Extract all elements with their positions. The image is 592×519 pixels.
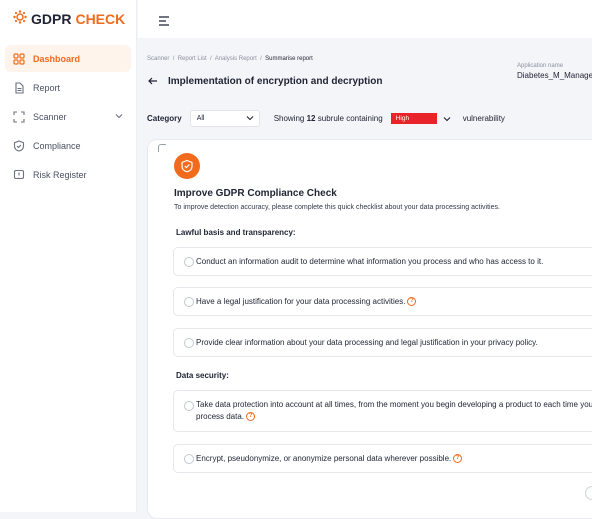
sidebar-nav: Dashboard Report Scanner Compliance Risk… [5,45,131,190]
page-title: Implementation of encryption and decrypt… [168,75,383,87]
checklist-item-text: Encrypt, pseudonymize, or anonymize pers… [196,454,452,463]
checklist-item-text-wrap: Encrypt, pseudonymize, or anonymize pers… [196,454,592,464]
radio-button[interactable] [184,338,194,348]
chevron-down-icon [115,111,123,121]
showing-prefix: Showing [273,114,305,123]
category-value: All [196,115,205,122]
checklist-title: Improve GDPR Compliance Check [174,188,337,199]
category-select[interactable]: All [189,110,260,127]
breadcrumb: Scanner / Report List / Analysis Report … [147,56,313,62]
sidebar-item-report[interactable]: Report [5,74,131,101]
sidebar-item-scanner[interactable]: Scanner [5,103,131,130]
checklist-item-text: Have a legal justification for your data… [196,297,406,306]
checklist-item[interactable]: Take data protection into account at all… [173,390,592,432]
brand-name: GDPR [31,10,72,27]
breadcrumb-current: Summarise report [265,56,313,62]
help-icon[interactable]: ? [246,412,256,422]
grid-icon [12,52,26,66]
checklist-item-text: Conduct an information audit to determin… [196,257,544,266]
checklist-item-text-wrap: Take data protection into account at all… [196,399,592,423]
chevron-down-icon [246,115,254,123]
severity-badge: High [390,113,437,124]
back-arrow-icon[interactable] [148,72,158,90]
checklist-item[interactable]: Have a legal justification for your data… [173,287,592,316]
checklist-item[interactable]: Conduct an information audit to determin… [173,247,592,276]
subrule-count: 12 [306,114,316,123]
checklist-card: Improve GDPR Compliance Check To improve… [147,139,592,519]
checklist-subtitle: To improve detection accuracy, please co… [174,204,500,211]
sidebar-item-label: Risk Register [33,169,87,180]
category-label: Category [147,114,182,123]
help-icon[interactable]: ? [453,454,463,464]
breadcrumb-report-list[interactable]: Report List [178,56,207,62]
breadcrumb-scanner[interactable]: Scanner [147,56,169,62]
application-name-label: Application name [517,63,564,69]
severity-select[interactable]: High [390,110,453,127]
showing-suffix: subrule containing [317,114,383,123]
sidebar-item-risk-register[interactable]: Risk Register [5,161,131,188]
checklist-item-text-wrap: Have a legal justification for your data… [196,297,592,307]
showing-text: Showing 12 subrule containing [274,114,383,123]
sidebar-item-compliance[interactable]: Compliance [5,132,131,159]
checklist-item-text: Take data protection into account at all… [196,400,592,421]
scan-icon [12,110,26,124]
section-lawful-basis: Lawful basis and transparency: [176,228,296,237]
sidebar-item-dashboard[interactable]: Dashboard [5,45,131,72]
checklist-item[interactable]: Provide clear information about your dat… [173,328,592,357]
alert-icon [12,168,26,182]
shield-check-icon [12,139,26,153]
sidebar-item-label: Scanner [33,111,67,122]
radio-button[interactable] [184,401,194,411]
menu-icon[interactable] [158,13,170,31]
sidebar-item-label: Compliance [33,140,81,151]
filter-row: Category All Showing 12 subrule containi… [147,110,505,127]
application-name-value: Diabetes_M_Managem [517,71,592,80]
card-corner-decoration [158,144,166,152]
section-data-security: Data security: [176,371,229,380]
sidebar: GDPR CHECK Dashboard Report Scanner Comp… [0,0,137,512]
document-icon [12,81,26,95]
shield-icon [174,153,200,179]
scroll-indicator[interactable] [585,486,592,500]
brand-name-accent: CHECK [75,10,126,27]
top-bar [138,0,592,38]
sidebar-item-label: Dashboard [33,53,81,64]
help-icon[interactable]: ? [407,297,417,307]
radio-button[interactable] [184,454,194,464]
breadcrumb-analysis-report[interactable]: Analysis Report [215,56,257,62]
chevron-down-icon [443,115,451,124]
title-row: Implementation of encryption and decrypt… [148,72,382,90]
radio-button[interactable] [184,257,194,267]
logo-icon [13,10,27,27]
vulnerability-text: vulnerability [462,114,505,123]
checklist-item-text: Provide clear information about your dat… [196,338,538,347]
radio-button[interactable] [184,297,194,307]
logo[interactable]: GDPR CHECK [13,10,125,27]
checklist-item[interactable]: Encrypt, pseudonymize, or anonymize pers… [173,444,592,473]
sidebar-item-label: Report [33,82,61,93]
